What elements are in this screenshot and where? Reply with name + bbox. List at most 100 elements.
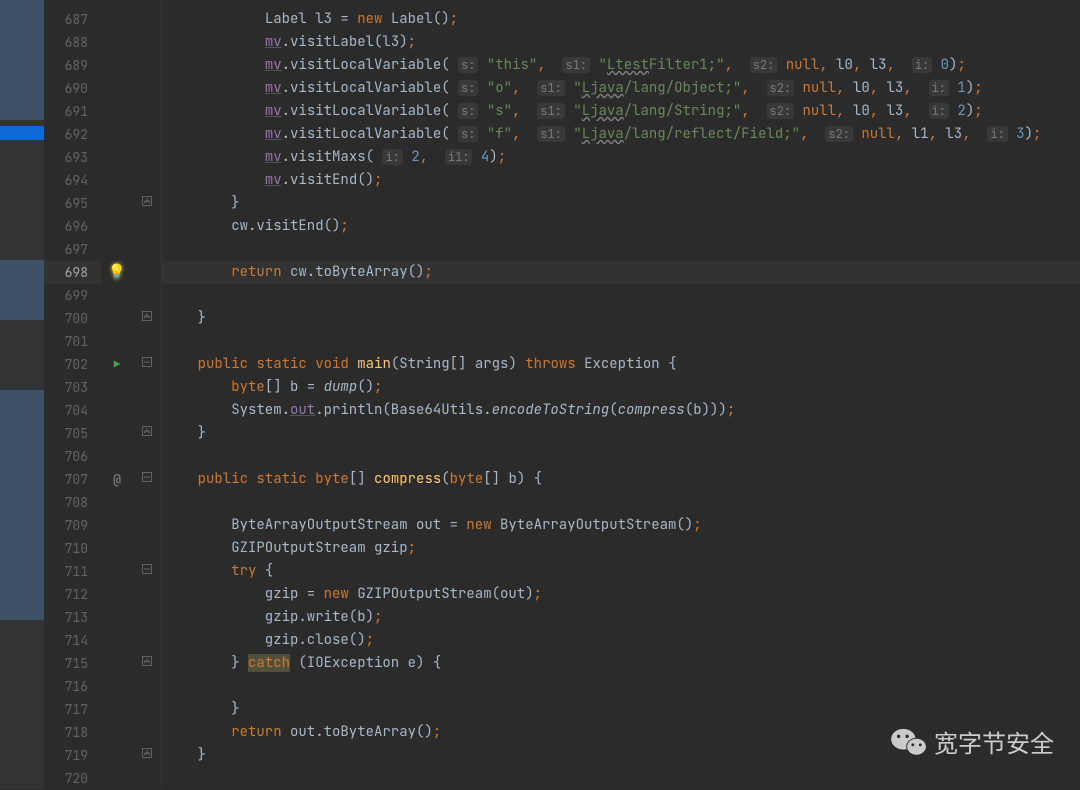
fold-cell[interactable] bbox=[132, 353, 161, 376]
line-number[interactable]: 688 bbox=[44, 31, 102, 54]
code-line[interactable]: ByteArrayOutputStream out = new ByteArra… bbox=[162, 514, 1080, 537]
line-number[interactable]: 708 bbox=[44, 491, 102, 514]
token-punct: ; bbox=[424, 263, 432, 281]
code-line[interactable] bbox=[162, 284, 1080, 307]
code-line[interactable]: } bbox=[162, 698, 1080, 721]
line-number[interactable]: 705 bbox=[44, 422, 102, 445]
line-number[interactable]: 703 bbox=[44, 376, 102, 399]
code-line[interactable] bbox=[162, 491, 1080, 514]
token-ident bbox=[164, 102, 265, 120]
line-number[interactable]: 693 bbox=[44, 146, 102, 169]
token-mv: mv bbox=[265, 148, 282, 166]
fold-cell[interactable] bbox=[132, 468, 161, 491]
code-line[interactable]: gzip = new GZIPOutputStream(out); bbox=[162, 583, 1080, 606]
intention-bulb-icon[interactable]: 💡 bbox=[108, 263, 125, 281]
token-punct: , bbox=[512, 102, 529, 120]
icon-cell-empty bbox=[102, 215, 132, 238]
line-number[interactable]: 719 bbox=[44, 744, 102, 767]
code-line[interactable] bbox=[162, 445, 1080, 468]
code-line[interactable]: public static byte[] compress(byte[] b) … bbox=[162, 468, 1080, 491]
token-ident bbox=[164, 378, 231, 396]
minimap-strip[interactable] bbox=[0, 0, 44, 789]
override-icon[interactable]: @ bbox=[113, 471, 121, 488]
icon-cell-empty bbox=[102, 767, 132, 790]
line-number[interactable]: 697 bbox=[44, 238, 102, 261]
line-number[interactable]: 709 bbox=[44, 514, 102, 537]
line-number[interactable]: 692 bbox=[44, 123, 102, 146]
token-mv: mv bbox=[265, 102, 282, 120]
line-number[interactable]: 689 bbox=[44, 54, 102, 77]
run-icon[interactable]: ▶ bbox=[114, 358, 121, 372]
code-line[interactable]: System.out.println(Base64Utils.encodeToS… bbox=[162, 399, 1080, 422]
line-number[interactable]: 713 bbox=[44, 606, 102, 629]
line-number[interactable]: 716 bbox=[44, 675, 102, 698]
code-line[interactable]: public static void main(String[] args) t… bbox=[162, 353, 1080, 376]
code-line[interactable] bbox=[162, 767, 1080, 789]
token-wavy-str: Ljava bbox=[582, 125, 624, 143]
code-line[interactable]: } bbox=[162, 307, 1080, 330]
line-number[interactable]: 700 bbox=[44, 307, 102, 330]
icon-cell-empty bbox=[102, 192, 132, 215]
token-ident bbox=[478, 79, 486, 97]
line-number[interactable]: 690 bbox=[44, 77, 102, 100]
code-line[interactable]: try { bbox=[162, 560, 1080, 583]
token-punct: , bbox=[512, 125, 529, 143]
line-number[interactable]: 710 bbox=[44, 537, 102, 560]
line-number[interactable]: 696 bbox=[44, 215, 102, 238]
code-line[interactable]: gzip.close(); bbox=[162, 629, 1080, 652]
line-number[interactable]: 712 bbox=[44, 583, 102, 606]
code-line[interactable]: } bbox=[162, 192, 1080, 215]
line-number[interactable]: 687 bbox=[44, 8, 102, 31]
minimap-segment bbox=[0, 260, 44, 320]
fold-cell[interactable] bbox=[132, 560, 161, 583]
code-line[interactable]: GZIPOutputStream gzip; bbox=[162, 537, 1080, 560]
line-number[interactable]: 704 bbox=[44, 399, 102, 422]
token-wavy-str: Ljava bbox=[582, 102, 624, 120]
code-line[interactable]: mv.visitEnd(); bbox=[162, 169, 1080, 192]
code-line[interactable]: byte[] b = dump(); bbox=[162, 376, 1080, 399]
line-number[interactable]: 698 bbox=[44, 261, 102, 284]
fold-cell[interactable] bbox=[132, 744, 161, 767]
token-ident bbox=[164, 56, 265, 74]
token-punct: ; bbox=[498, 148, 506, 166]
code-line[interactable]: mv.visitLabel(l3); bbox=[162, 31, 1080, 54]
token-ident bbox=[1008, 125, 1016, 143]
line-number[interactable]: 718 bbox=[44, 721, 102, 744]
token-punct: , bbox=[929, 125, 946, 143]
line-number[interactable]: 720 bbox=[44, 767, 102, 790]
code-line[interactable]: } bbox=[162, 422, 1080, 445]
line-number[interactable]: 695 bbox=[44, 192, 102, 215]
line-number[interactable]: 691 bbox=[44, 100, 102, 123]
fold-column[interactable] bbox=[132, 0, 162, 789]
code-line[interactable] bbox=[162, 675, 1080, 698]
line-number[interactable]: 715 bbox=[44, 652, 102, 675]
code-line[interactable]: Label l3 = new Label(); bbox=[162, 8, 1080, 31]
code-line[interactable]: mv.visitLocalVariable( s: "s", s1: "Ljav… bbox=[162, 100, 1080, 123]
code-line[interactable]: mv.visitLocalVariable( s: "this", s1: "L… bbox=[162, 54, 1080, 77]
code-line[interactable]: gzip.write(b); bbox=[162, 606, 1080, 629]
line-number[interactable]: 714 bbox=[44, 629, 102, 652]
line-number[interactable]: 699 bbox=[44, 284, 102, 307]
code-line[interactable]: mv.visitMaxs( i: 2, i1: 4); bbox=[162, 146, 1080, 169]
code-line[interactable] bbox=[162, 238, 1080, 261]
line-number[interactable]: 717 bbox=[44, 698, 102, 721]
fold-cell[interactable] bbox=[132, 422, 161, 445]
code-line[interactable]: return cw.toByteArray(); bbox=[162, 261, 1080, 284]
token-punct: ; bbox=[693, 516, 701, 534]
code-line[interactable]: } catch (IOException e) { bbox=[162, 652, 1080, 675]
line-number[interactable]: 701 bbox=[44, 330, 102, 353]
line-number[interactable]: 706 bbox=[44, 445, 102, 468]
code-line[interactable]: mv.visitLocalVariable( s: "f", s1: "Ljav… bbox=[162, 123, 1080, 146]
code-line[interactable]: cw.visitEnd(); bbox=[162, 215, 1080, 238]
code-line[interactable]: mv.visitLocalVariable( s: "o", s1: "Ljav… bbox=[162, 77, 1080, 100]
code-line[interactable] bbox=[162, 330, 1080, 353]
line-number[interactable]: 711 bbox=[44, 560, 102, 583]
token-ident bbox=[164, 10, 265, 28]
fold-cell[interactable] bbox=[132, 652, 161, 675]
fold-cell[interactable] bbox=[132, 307, 161, 330]
code-area[interactable]: Label l3 = new Label(); mv.visitLabel(l3… bbox=[162, 0, 1080, 789]
fold-cell[interactable] bbox=[132, 192, 161, 215]
line-number[interactable]: 694 bbox=[44, 169, 102, 192]
line-number[interactable]: 702 bbox=[44, 353, 102, 376]
line-number[interactable]: 707 bbox=[44, 468, 102, 491]
